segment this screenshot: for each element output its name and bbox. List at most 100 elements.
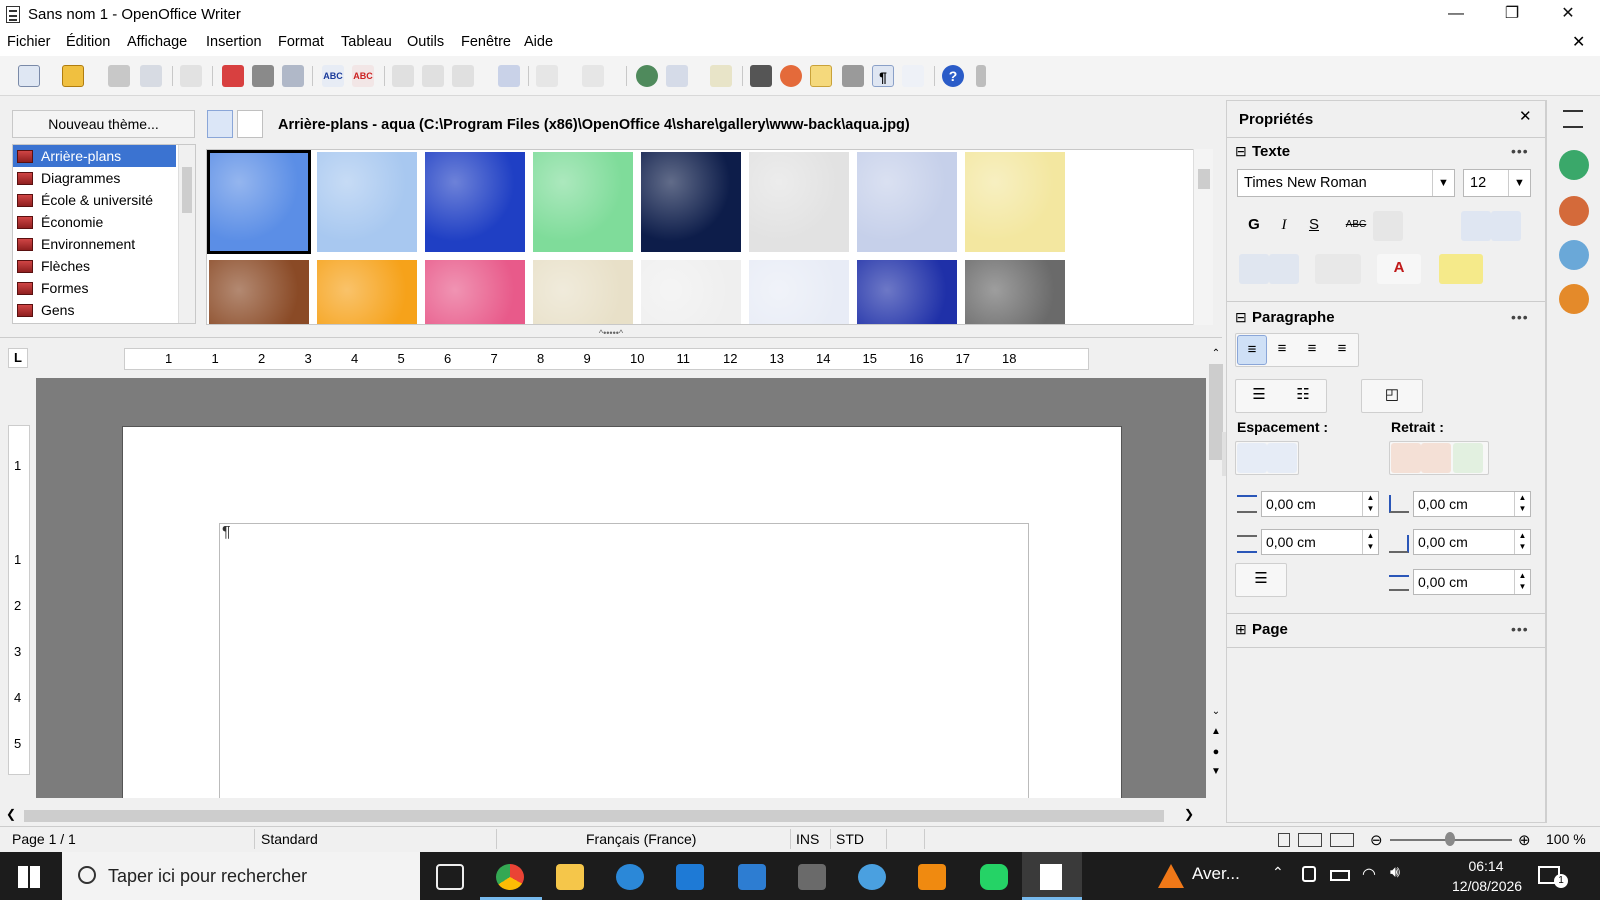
show-hidden-icons-icon[interactable]: ⌃ <box>1272 864 1284 881</box>
shadow-icon[interactable] <box>1373 211 1403 241</box>
increase-indent-icon[interactable] <box>1391 443 1421 473</box>
gallery-thumbnail[interactable] <box>533 260 633 324</box>
spin-icon[interactable]: ▲ ▼ <box>1362 530 1378 554</box>
font-color-icon[interactable]: A <box>1377 254 1421 284</box>
gallery-thumbnail[interactable] <box>749 152 849 252</box>
language[interactable]: Français (France) <box>586 831 696 847</box>
strikethrough-button[interactable]: ABC <box>1341 211 1371 241</box>
gallery-thumbnail[interactable] <box>425 260 525 324</box>
cut-icon[interactable] <box>392 65 414 87</box>
taskbar-clock[interactable]: 06:14 12/08/2026 <box>1452 856 1522 896</box>
paragraph-background-icon[interactable]: ◰ <box>1365 381 1419 411</box>
first-line-indent-field[interactable]: 0,00 cm ▲ ▼ <box>1413 569 1531 595</box>
paint-icon[interactable] <box>858 864 886 890</box>
theme-list[interactable]: Arrière-plans Diagrammes École & univers… <box>12 144 196 324</box>
gallery-thumbnail[interactable] <box>209 260 309 324</box>
decrease-indent-icon[interactable] <box>1421 443 1451 473</box>
navigator-deck-icon[interactable] <box>1559 284 1589 314</box>
highlight-color-icon[interactable] <box>1439 254 1483 284</box>
zoom-level[interactable]: 100 % <box>1546 831 1586 847</box>
whatsapp-icon[interactable] <box>980 864 1008 890</box>
file-explorer-icon[interactable] <box>556 864 584 890</box>
gallery-thumbnail[interactable] <box>533 152 633 252</box>
gallery-thumbnail[interactable] <box>857 152 957 252</box>
bullets-icon[interactable]: ☰ <box>1239 381 1279 411</box>
increase-font-icon[interactable] <box>1461 211 1491 241</box>
underline-button[interactable]: S <box>1299 211 1329 241</box>
gallery-thumbnail[interactable] <box>749 260 849 324</box>
document-page[interactable]: ¶ <box>122 426 1122 798</box>
line-spacing-icon[interactable]: ☰ <box>1239 565 1283 595</box>
chevron-down-icon[interactable]: ▼ <box>1432 170 1454 196</box>
theme-item-formes[interactable]: Formes <box>13 277 176 299</box>
help-icon[interactable]: ? <box>942 65 964 87</box>
superscript-icon[interactable] <box>1239 254 1269 284</box>
font-size-field[interactable]: 12 ▼ <box>1463 169 1531 197</box>
scroll-up-icon[interactable]: ⌃ <box>1206 348 1226 362</box>
theme-item-gens[interactable]: Gens <box>13 299 176 321</box>
spin-icon[interactable]: ▲ ▼ <box>1514 570 1530 594</box>
gallery-splitter-handle[interactable]: ^•••••^ <box>588 328 634 338</box>
new-theme-button[interactable]: Nouveau thème... <box>12 110 195 138</box>
task-view-icon[interactable] <box>436 864 464 890</box>
spin-icon[interactable]: ▲ ▼ <box>1362 492 1378 516</box>
menu-fenetre[interactable]: Fenêtre <box>461 34 511 50</box>
selection-mode[interactable]: STD <box>836 831 864 847</box>
table-icon[interactable] <box>666 65 688 87</box>
properties-deck-icon[interactable] <box>1559 150 1589 180</box>
chevron-down-icon[interactable]: ▼ <box>1508 170 1530 196</box>
theme-item-fleches[interactable]: Flèches <box>13 255 176 277</box>
bold-button[interactable]: G <box>1239 211 1269 241</box>
gallery-thumbnail[interactable] <box>641 152 741 252</box>
sidebar-menu-icon[interactable] <box>1563 110 1583 128</box>
toolbar-overflow-icon[interactable] <box>976 65 986 87</box>
text-collapse-icon[interactable]: ⊟ <box>1235 143 1247 160</box>
gallery-scrollbar[interactable] <box>1193 149 1213 325</box>
tab-type-selector[interactable]: L <box>8 348 28 368</box>
book-view-icon[interactable] <box>1330 833 1354 847</box>
restore-button[interactable]: ❐ <box>1484 0 1540 30</box>
navigator-icon[interactable] <box>780 65 802 87</box>
paragraph-collapse-icon[interactable]: ⊟ <box>1235 309 1247 326</box>
redo-icon[interactable] <box>582 65 604 87</box>
vertical-ruler[interactable]: 1 1 2 3 4 5 <box>8 425 30 775</box>
subscript-icon[interactable] <box>1269 254 1299 284</box>
hyperlink-icon[interactable] <box>636 65 658 87</box>
menu-affichage[interactable]: Affichage <box>127 34 187 50</box>
indent-before-field[interactable]: 0,00 cm ▲ ▼ <box>1413 491 1531 517</box>
gallery-thumbnail[interactable] <box>641 260 741 324</box>
autospellcheck-icon[interactable]: ABC <box>352 65 374 87</box>
menu-tableau[interactable]: Tableau <box>341 34 392 50</box>
page-style[interactable]: Standard <box>261 831 318 847</box>
store-icon[interactable] <box>676 864 704 890</box>
gallery-thumbnail[interactable] <box>965 152 1065 252</box>
page-expand-icon[interactable]: ⊞ <box>1235 621 1247 638</box>
vlc-icon[interactable] <box>918 864 946 890</box>
text-more-options[interactable]: ••• <box>1511 143 1529 159</box>
zoom-slider-thumb[interactable] <box>1445 832 1455 846</box>
gallery-thumbnails[interactable] <box>206 149 1194 325</box>
taskbar-search-input[interactable]: Taper ici pour rechercher <box>62 852 420 900</box>
insert-mode[interactable]: INS <box>796 831 819 847</box>
align-left-icon[interactable]: ≡ <box>1237 335 1267 365</box>
spellcheck-icon[interactable]: ABC <box>322 65 344 87</box>
edit-file-icon[interactable] <box>180 65 202 87</box>
detail-view-button[interactable] <box>237 110 263 138</box>
find-replace-icon[interactable] <box>750 65 772 87</box>
space-above-field[interactable]: 0,00 cm ▲ ▼ <box>1261 491 1379 517</box>
font-name-field[interactable]: Times New Roman ▼ <box>1237 169 1455 197</box>
decrease-spacing-icon[interactable] <box>1267 443 1297 473</box>
single-page-view-icon[interactable] <box>1278 833 1290 847</box>
align-right-icon[interactable]: ≡ <box>1297 335 1327 365</box>
multi-page-view-icon[interactable] <box>1298 833 1322 847</box>
outlook-icon[interactable] <box>738 864 766 890</box>
paragraph-more-options[interactable]: ••• <box>1511 309 1529 325</box>
align-center-icon[interactable]: ≡ <box>1267 335 1297 365</box>
print-icon[interactable] <box>252 65 274 87</box>
navigation-icon[interactable]: ● <box>1209 746 1223 762</box>
indent-after-field[interactable]: 0,00 cm ▲ ▼ <box>1413 529 1531 555</box>
gallery-thumbnail[interactable] <box>857 260 957 324</box>
openoffice-writer-task[interactable] <box>1022 852 1082 900</box>
print-preview-icon[interactable] <box>282 65 304 87</box>
styles-deck-icon[interactable] <box>1559 196 1589 226</box>
